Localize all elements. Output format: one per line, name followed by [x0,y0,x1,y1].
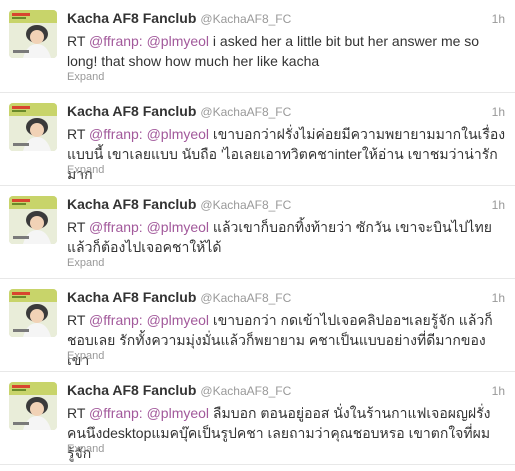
tweet-timestamp[interactable]: 1h [492,384,505,398]
mention-link[interactable]: @plmyeol [147,33,209,49]
expand-link[interactable]: Expand [67,164,104,176]
retweet-prefix: RT [67,219,86,235]
tweet-text: RT @ffranp: @plmyeol แล้วเขาก็บอกทิ้งท้า… [67,217,507,257]
tweet-item[interactable]: Kacha AF8 Fanclub @KachaAF8_FC 1h RT @ffr… [0,0,515,93]
avatar-image [9,382,57,430]
avatar-image [9,196,57,244]
expand-link[interactable]: Expand [67,350,104,362]
tweet-timestamp[interactable]: 1h [492,198,505,212]
author-handle[interactable]: @KachaAF8_FC [200,291,291,305]
retweet-prefix: RT [67,405,86,421]
tweet-timestamp[interactable]: 1h [492,12,505,26]
expand-link[interactable]: Expand [67,257,104,269]
mention-link[interactable]: @ffranp: [89,312,143,328]
tweet-text: RT @ffranp: @plmyeol เขาบอกว่าฝรั่งไม่ค่… [67,124,507,184]
avatar-image [9,289,57,337]
author-name[interactable]: Kacha AF8 Fanclub @KachaAF8_FC [67,196,291,212]
author-name[interactable]: Kacha AF8 Fanclub @KachaAF8_FC [67,382,291,398]
tweet-text: RT @ffranp: @plmyeol i asked her a littl… [67,31,507,71]
mention-link[interactable]: @ffranp: [89,126,143,142]
tweet-timestamp[interactable]: 1h [492,105,505,119]
retweet-prefix: RT [67,312,86,328]
author-handle[interactable]: @KachaAF8_FC [200,198,291,212]
tweet-timestamp[interactable]: 1h [492,291,505,305]
avatar-image [9,103,57,151]
author-name[interactable]: Kacha AF8 Fanclub @KachaAF8_FC [67,103,291,119]
avatar[interactable] [9,289,57,337]
tweet-item[interactable]: Kacha AF8 Fanclub @KachaAF8_FC 1h RT @ffr… [0,372,515,465]
expand-link[interactable]: Expand [67,443,104,455]
mention-link[interactable]: @ffranp: [89,219,143,235]
author-handle[interactable]: @KachaAF8_FC [200,105,291,119]
mention-link[interactable]: @plmyeol [147,405,209,421]
mention-link[interactable]: @ffranp: [89,405,143,421]
avatar[interactable] [9,196,57,244]
retweet-prefix: RT [67,33,86,49]
mention-link[interactable]: @plmyeol [147,219,209,235]
author-name[interactable]: Kacha AF8 Fanclub @KachaAF8_FC [67,10,291,26]
author-name[interactable]: Kacha AF8 Fanclub @KachaAF8_FC [67,289,291,305]
avatar[interactable] [9,103,57,151]
author-handle[interactable]: @KachaAF8_FC [200,384,291,398]
mention-link[interactable]: @plmyeol [147,126,209,142]
retweet-prefix: RT [67,126,86,142]
tweet-item[interactable]: Kacha AF8 Fanclub @KachaAF8_FC 1h RT @ffr… [0,186,515,279]
tweet-text: RT @ffranp: @plmyeol เขาบอกว่า กดเข้าไปเ… [67,310,507,370]
tweet-item[interactable]: Kacha AF8 Fanclub @KachaAF8_FC 1h RT @ffr… [0,279,515,372]
avatar-image [9,10,57,58]
mention-link[interactable]: @plmyeol [147,312,209,328]
avatar[interactable] [9,10,57,58]
author-handle[interactable]: @KachaAF8_FC [200,12,291,26]
tweet-text: RT @ffranp: @plmyeol ลืมบอก ตอนอยู่ออส น… [67,403,507,463]
tweet-item[interactable]: Kacha AF8 Fanclub @KachaAF8_FC 1h RT @ffr… [0,93,515,186]
mention-link[interactable]: @ffranp: [89,33,143,49]
avatar[interactable] [9,382,57,430]
expand-link[interactable]: Expand [67,71,104,83]
